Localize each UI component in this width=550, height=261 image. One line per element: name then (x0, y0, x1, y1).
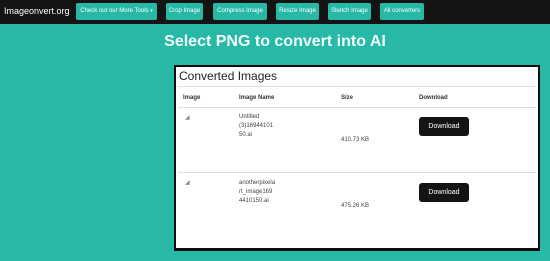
sketch-image-button[interactable]: Sketch Image (328, 3, 371, 20)
page-heading: Select PNG to convert into AI (164, 33, 386, 50)
panel-title: Converted Images (179, 69, 278, 83)
download-button[interactable]: Download (419, 183, 469, 202)
more-tools-label: Check out our More Tools (80, 8, 149, 14)
column-header-image: Image (183, 95, 201, 101)
download-button[interactable]: Download (419, 117, 469, 136)
broken-image-icon: ◢ (185, 180, 190, 186)
image-name-line: 4410150.ai (239, 198, 269, 204)
image-name-line: 50.ai (239, 132, 253, 138)
column-header-image-name: Image Name (239, 95, 275, 101)
crop-image-button[interactable]: Crop Image (166, 3, 203, 20)
image-name-cell: anotherpixela rt_image169 4410150.ai (239, 179, 275, 206)
size-cell: 410.73 KB (341, 137, 370, 143)
column-header-size: Size (341, 95, 354, 101)
size-cell: 475.26 KB (341, 203, 370, 209)
image-name-line: Untitled (239, 114, 260, 120)
compress-image-button[interactable]: Compress Image (213, 3, 267, 20)
brand-logo[interactable]: Imageonvert.org (4, 6, 70, 16)
converted-images-panel: Converted Images Image Image Name Size D… (174, 65, 540, 251)
image-name-cell: Untitled (3)16944101 50.ai (239, 113, 273, 140)
header-divider (178, 107, 536, 108)
image-name-line: rt_image169 (239, 189, 273, 195)
row-divider (178, 172, 536, 173)
all-converters-button[interactable]: All converters (380, 3, 424, 20)
top-navbar: Imageonvert.org Check out our More Tools… (0, 0, 550, 24)
image-name-line: anotherpixela (239, 180, 276, 186)
title-divider (178, 86, 536, 87)
caret-down-icon: ▾ (150, 8, 153, 14)
column-header-download: Download (419, 95, 448, 101)
resize-image-button[interactable]: Resize Image (276, 3, 319, 20)
image-name-line: (3)16944101 (239, 123, 274, 129)
broken-image-icon: ◢ (185, 115, 190, 121)
more-tools-dropdown[interactable]: Check out our More Tools ▾ (76, 3, 157, 20)
